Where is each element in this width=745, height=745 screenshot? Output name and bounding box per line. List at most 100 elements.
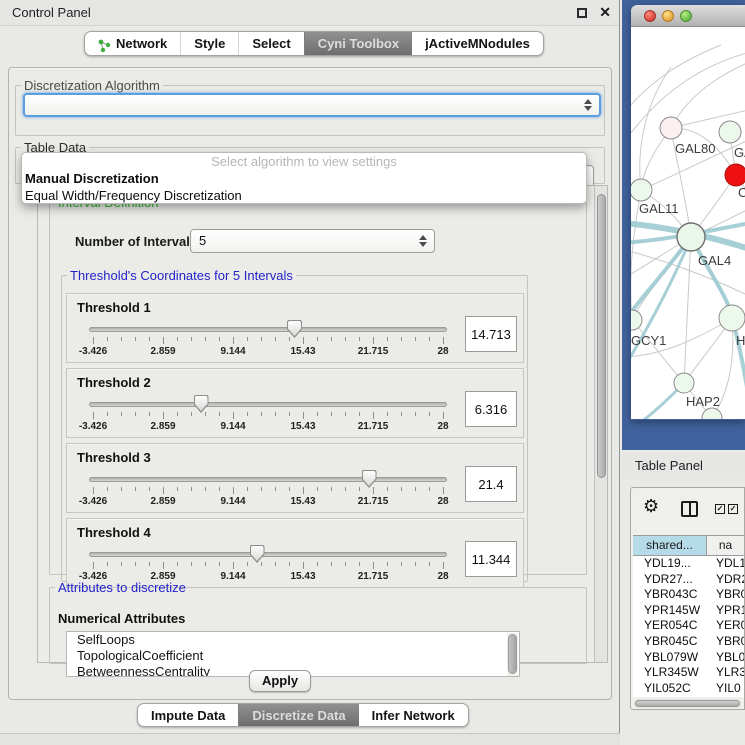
tick-mark	[401, 562, 402, 566]
tick-mark	[429, 487, 430, 491]
tick-mark	[401, 412, 402, 416]
tick-mark	[387, 412, 388, 416]
table-row[interactable]: YBL079WYBL0	[633, 650, 744, 666]
checkbox-icon[interactable]: ✓	[728, 504, 738, 514]
tab-infer-network[interactable]: Infer Network	[359, 704, 468, 726]
slider-thumb[interactable]	[362, 470, 377, 488]
tick-mark	[163, 337, 164, 344]
slider-thumb[interactable]	[194, 395, 209, 413]
tick-mark	[219, 487, 220, 491]
scrollbar-thumb[interactable]	[597, 194, 606, 478]
list-item[interactable]: TopologicalCoefficient	[67, 648, 519, 664]
tick-mark	[345, 562, 346, 566]
tick-mark	[443, 337, 444, 344]
screenshot-root: Control Panel ✕ Network Style Select	[0, 0, 745, 745]
slider-thumb[interactable]	[250, 545, 265, 563]
tab-style[interactable]: Style	[180, 32, 238, 55]
network-node[interactable]	[631, 310, 642, 330]
tick-mark	[289, 562, 290, 566]
group-title: Discretization Algorithm	[21, 78, 163, 93]
tick-mark	[317, 337, 318, 341]
split-columns-icon[interactable]	[681, 501, 698, 517]
tick-mark	[107, 412, 108, 416]
threshold-3-value-field[interactable]: 21.4	[465, 466, 517, 502]
table-row[interactable]: YER054CYER0	[633, 618, 744, 634]
combo-arrows-icon	[419, 235, 427, 247]
tick-mark	[177, 412, 178, 416]
tick-mark	[345, 337, 346, 341]
network-node[interactable]	[725, 164, 745, 186]
table-row[interactable]: YLR345WYLR3	[633, 665, 744, 681]
tab-impute-data[interactable]: Impute Data	[138, 704, 238, 726]
scrollbar-thumb[interactable]	[635, 700, 740, 707]
tab-cyni-toolbox[interactable]: Cyni Toolbox	[304, 32, 412, 55]
tick-mark	[429, 562, 430, 566]
table-panel-section: Table Panel ⚙ ✓ ✓ shared... na YDL19...Y…	[622, 450, 745, 745]
tick-label: 9.144	[220, 421, 245, 432]
threshold-1-slider[interactable]: -3.4262.8599.14415.4321.71528	[89, 320, 447, 362]
table-row[interactable]: YBR045CYBR0	[633, 634, 744, 650]
tab-jactivemnodules[interactable]: jActiveMNodules	[412, 32, 543, 55]
column-header-shared-name[interactable]: shared...	[633, 536, 707, 555]
control-panel: Control Panel ✕ Network Style Select	[0, 0, 620, 745]
checkbox-icon[interactable]: ✓	[715, 504, 725, 514]
table-row[interactable]: YDL19...YDL1	[633, 556, 744, 572]
threshold-1-value-field[interactable]: 14.713	[465, 316, 517, 352]
tick-mark	[233, 412, 234, 419]
popup-option-manual-discretization[interactable]: Manual Discretization	[22, 170, 586, 187]
interval-definition-group: Interval Definition Number of Intervals …	[49, 195, 587, 575]
float-window-icon[interactable]	[577, 8, 587, 18]
column-header-name[interactable]: na	[707, 536, 744, 555]
network-canvas[interactable]: GAL80 GA GAL11 GAL4 GCY1 H HAP2 C	[631, 27, 745, 419]
tab-label: Style	[194, 32, 225, 55]
close-icon[interactable]: ✕	[599, 4, 611, 21]
number-of-intervals-label: Number of Intervals	[75, 234, 197, 249]
right-side: GAL80 GA GAL11 GAL4 GCY1 H HAP2 C Ta	[622, 0, 745, 745]
gear-icon[interactable]: ⚙	[643, 496, 659, 517]
tick-mark	[415, 562, 416, 566]
tab-network[interactable]: Network	[85, 32, 180, 55]
network-node[interactable]	[660, 117, 682, 139]
tick-mark	[163, 412, 164, 419]
network-node[interactable]	[674, 373, 694, 393]
tick-mark	[177, 562, 178, 566]
tick-label: 21.715	[358, 421, 389, 432]
algorithm-combobox[interactable]	[23, 93, 601, 117]
network-node[interactable]	[631, 179, 652, 201]
close-traffic-light[interactable]	[644, 10, 656, 22]
slider-thumb[interactable]	[287, 320, 302, 338]
network-node[interactable]	[719, 121, 741, 143]
tick-mark	[331, 487, 332, 491]
number-of-intervals-combobox[interactable]: 5	[190, 229, 435, 253]
tab-select[interactable]: Select	[238, 32, 303, 55]
tab-label: Cyni Toolbox	[318, 32, 399, 55]
tick-mark	[317, 562, 318, 566]
bottom-tab-bar: Impute Data Discretize Data Infer Networ…	[137, 703, 469, 727]
threshold-4-value-field[interactable]: 11.344	[465, 541, 517, 577]
table-row[interactable]: YBR043CYBR0	[633, 587, 744, 603]
table-horizontal-scrollbar[interactable]	[634, 699, 741, 708]
minimize-traffic-light[interactable]	[662, 10, 674, 22]
threshold-3-slider[interactable]: -3.4262.8599.14415.4321.71528	[89, 470, 447, 512]
table-row[interactable]: YPR145WYPR1	[633, 603, 744, 619]
tab-discretize-data[interactable]: Discretize Data	[238, 704, 358, 726]
tick-mark	[247, 412, 248, 416]
table-row[interactable]: YIL052CYIL0	[633, 681, 744, 697]
threshold-2-slider[interactable]: -3.4262.8599.14415.4321.71528	[89, 395, 447, 437]
list-item[interactable]: SelfLoops	[67, 632, 519, 648]
tick-label: -3.426	[79, 496, 107, 507]
settings-vertical-scrollbar[interactable]	[594, 186, 607, 662]
zoom-traffic-light[interactable]	[680, 10, 692, 22]
tick-mark	[275, 412, 276, 416]
threshold-3-panel: Threshold 3 -3.4262.8599.14415.4321.7152…	[66, 443, 524, 513]
apply-button[interactable]: Apply	[249, 670, 311, 692]
network-node[interactable]	[719, 305, 745, 331]
tick-mark	[163, 562, 164, 569]
threshold-2-value-field[interactable]: 6.316	[465, 391, 517, 427]
tick-mark	[93, 487, 94, 494]
tick-mark	[331, 337, 332, 341]
popup-option-equal-width[interactable]: Equal Width/Frequency Discretization	[22, 187, 586, 204]
list-scrollbar[interactable]	[507, 633, 518, 677]
table-row[interactable]: YDR27...YDR2	[633, 572, 744, 588]
network-node[interactable]	[677, 223, 705, 251]
